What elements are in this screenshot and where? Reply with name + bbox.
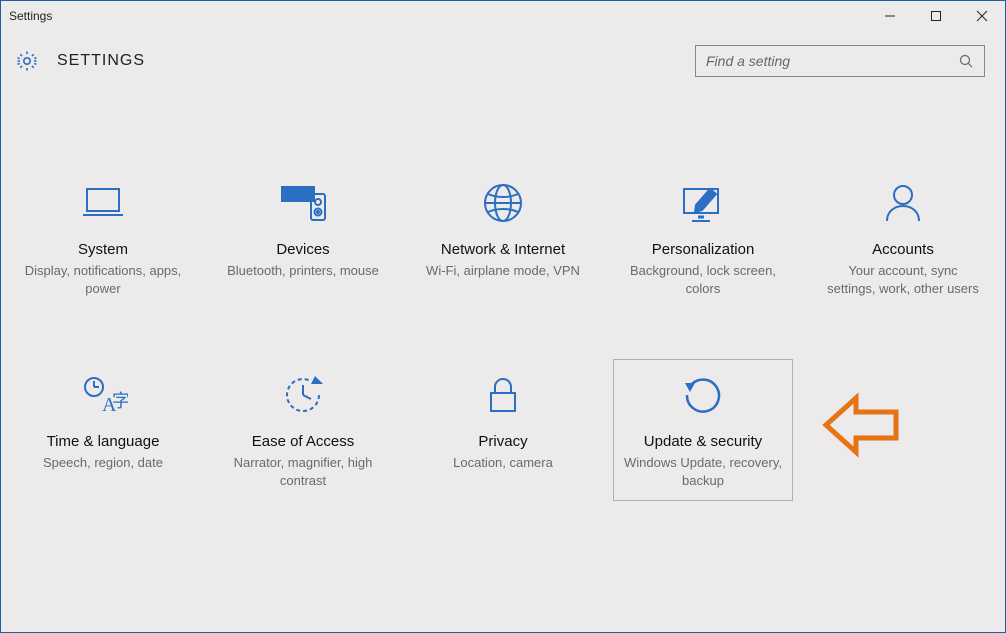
page-title: SETTINGS	[57, 52, 145, 70]
tile-title: Accounts	[819, 241, 987, 258]
tile-desc: Background, lock screen, colors	[619, 262, 787, 297]
globe-icon	[419, 179, 587, 227]
tile-update-security[interactable]: Update & security Windows Update, recove…	[613, 359, 793, 501]
tile-title: System	[19, 241, 187, 258]
tile-title: Network & Internet	[419, 241, 587, 258]
update-security-icon	[619, 371, 787, 419]
window-controls	[867, 1, 1005, 31]
tile-accounts[interactable]: Accounts Your account, sync settings, wo…	[813, 167, 993, 309]
tile-network[interactable]: Network & Internet Wi-Fi, airplane mode,…	[413, 167, 593, 309]
tile-devices[interactable]: Devices Bluetooth, printers, mouse	[213, 167, 393, 309]
tile-desc: Windows Update, recovery, backup	[619, 454, 787, 489]
personalization-icon	[619, 179, 787, 227]
window-title: Settings	[9, 9, 52, 23]
annotation-arrow-icon	[822, 390, 902, 465]
tile-title: Devices	[219, 241, 387, 258]
tile-personalization[interactable]: Personalization Background, lock screen,…	[613, 167, 793, 309]
tile-desc: Your account, sync settings, work, other…	[819, 262, 987, 297]
tile-title: Update & security	[619, 433, 787, 450]
tile-desc: Narrator, magnifier, high contrast	[219, 454, 387, 489]
tile-desc: Display, notifications, apps, power	[19, 262, 187, 297]
privacy-icon	[419, 371, 587, 419]
tile-title: Personalization	[619, 241, 787, 258]
svg-text:字: 字	[112, 391, 128, 411]
tile-ease-of-access[interactable]: Ease of Access Narrator, magnifier, high…	[213, 359, 393, 501]
gear-icon	[15, 49, 39, 73]
tile-title: Time & language	[19, 433, 187, 450]
tile-title: Ease of Access	[219, 433, 387, 450]
tile-time-language[interactable]: A 字 Time & language Speech, region, date	[13, 359, 193, 501]
maximize-button[interactable]	[913, 1, 959, 31]
header-left: SETTINGS	[15, 49, 145, 73]
ease-of-access-icon	[219, 371, 387, 419]
devices-icon	[219, 179, 387, 227]
time-language-icon: A 字	[19, 371, 187, 419]
tile-desc: Location, camera	[419, 454, 587, 472]
tile-desc: Speech, region, date	[19, 454, 187, 472]
search-icon	[958, 53, 974, 69]
minimize-button[interactable]	[867, 1, 913, 31]
search-input[interactable]	[706, 53, 958, 69]
close-button[interactable]	[959, 1, 1005, 31]
search-box[interactable]	[695, 45, 985, 77]
header: SETTINGS	[1, 31, 1005, 77]
accounts-icon	[819, 179, 987, 227]
laptop-icon	[19, 179, 187, 227]
tile-privacy[interactable]: Privacy Location, camera	[413, 359, 593, 501]
tile-title: Privacy	[419, 433, 587, 450]
tile-desc: Bluetooth, printers, mouse	[219, 262, 387, 280]
titlebar: Settings	[1, 1, 1005, 31]
tile-desc: Wi-Fi, airplane mode, VPN	[419, 262, 587, 280]
tile-system[interactable]: System Display, notifications, apps, pow…	[13, 167, 193, 309]
